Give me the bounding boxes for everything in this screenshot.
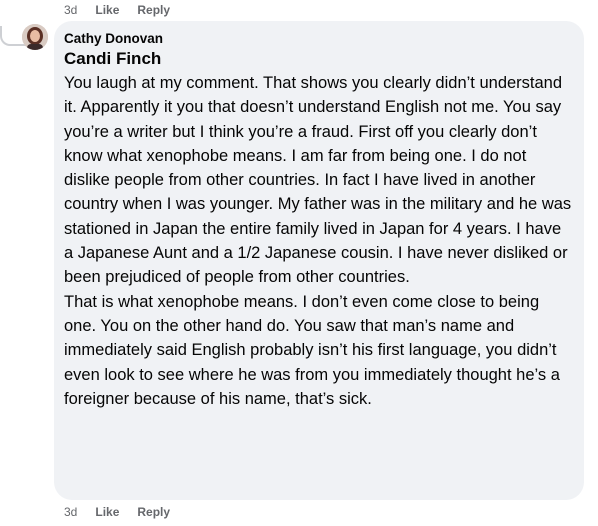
comment-bubble: Cathy Donovan Candi Finch You laugh at m…: [54, 21, 584, 500]
avatar[interactable]: [22, 24, 48, 50]
reply-button[interactable]: Reply: [137, 505, 170, 519]
timestamp[interactable]: 3d: [64, 3, 77, 17]
like-button[interactable]: Like: [95, 505, 119, 519]
timestamp[interactable]: 3d: [64, 505, 77, 519]
reply-button[interactable]: Reply: [137, 3, 170, 17]
comment-actions-bottom: 3d Like Reply: [64, 505, 170, 519]
mention-tag[interactable]: Candi Finch: [64, 47, 572, 71]
comment-paragraph: That is what xenophobe means. I don’t ev…: [64, 292, 560, 408]
comment-actions-top: 3d Like Reply: [64, 3, 170, 17]
comment-author[interactable]: Cathy Donovan: [64, 30, 572, 47]
avatar-image: [22, 24, 48, 50]
comment-body: Candi Finch You laugh at my comment. Tha…: [64, 47, 572, 411]
comment-paragraph: You laugh at my comment. That shows you …: [64, 74, 572, 287]
like-button[interactable]: Like: [95, 3, 119, 17]
